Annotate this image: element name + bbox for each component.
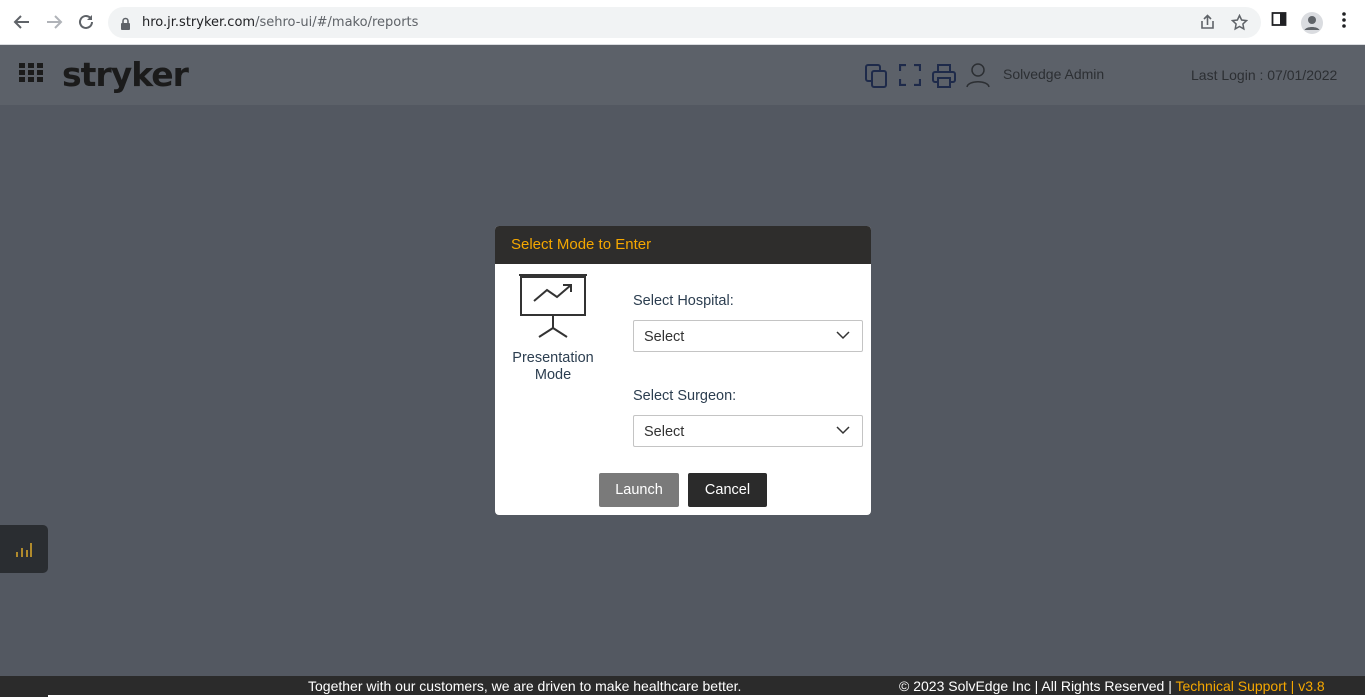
- address-bar[interactable]: hro.jr.stryker.com/sehro-ui/#/mako/repor…: [108, 7, 1261, 38]
- user-icon[interactable]: [965, 62, 991, 92]
- url-text: hro.jr.stryker.com/sehro-ui/#/mako/repor…: [142, 15, 419, 30]
- side-panel-icon[interactable]: [1271, 11, 1287, 31]
- forward-icon[interactable]: [42, 10, 66, 34]
- chevron-down-icon: [836, 331, 850, 340]
- print-icon[interactable]: [932, 64, 956, 92]
- apps-grid-icon[interactable]: [19, 63, 45, 87]
- hospital-label: Select Hospital:: [633, 293, 734, 309]
- profile-icon[interactable]: [1300, 11, 1324, 39]
- fullscreen-icon[interactable]: [898, 63, 922, 90]
- presentation-mode-label[interactable]: Presentation Mode: [503, 350, 603, 384]
- footer-tagline: Together with our customers, we are driv…: [308, 678, 742, 694]
- stryker-logo[interactable]: stryker: [62, 55, 189, 94]
- bar-chart-icon: [16, 543, 32, 557]
- back-icon[interactable]: [10, 10, 34, 34]
- select-mode-dialog: Select Mode to Enter Presentation Mode S…: [495, 226, 871, 515]
- surgeon-label: Select Surgeon:: [633, 388, 737, 404]
- presentation-icon[interactable]: [517, 273, 589, 343]
- browser-toolbar: hro.jr.stryker.com/sehro-ui/#/mako/repor…: [0, 0, 1365, 45]
- copy-icon[interactable]: [865, 64, 888, 92]
- analytics-side-tab[interactable]: [0, 525, 48, 573]
- dialog-header: Select Mode to Enter: [495, 226, 871, 264]
- star-icon[interactable]: [1230, 13, 1249, 35]
- user-name[interactable]: Solvedge Admin: [1003, 66, 1104, 82]
- surgeon-select[interactable]: Select: [633, 415, 863, 447]
- app-header: stryker Solvedge Admin Last Login : 07/0…: [0, 45, 1365, 105]
- cancel-button[interactable]: Cancel: [688, 473, 767, 507]
- dialog-title: Select Mode to Enter: [511, 236, 652, 253]
- kebab-menu-icon[interactable]: [1341, 11, 1347, 33]
- launch-button[interactable]: Launch: [599, 473, 679, 507]
- technical-support-link[interactable]: Technical Support | v3.8: [1175, 678, 1324, 694]
- last-login: Last Login : 07/01/2022: [1191, 67, 1338, 83]
- reload-icon[interactable]: [74, 10, 98, 34]
- footer-copyright: © 2023 SolvEdge Inc | All Rights Reserve…: [899, 678, 1325, 694]
- surgeon-select-value: Select: [644, 424, 685, 440]
- chevron-down-icon: [836, 426, 850, 435]
- lock-icon[interactable]: [120, 16, 131, 35]
- hospital-select[interactable]: Select: [633, 320, 863, 352]
- share-icon[interactable]: [1199, 14, 1216, 35]
- footer: Together with our customers, we are driv…: [0, 676, 1365, 697]
- hospital-select-value: Select: [644, 329, 685, 345]
